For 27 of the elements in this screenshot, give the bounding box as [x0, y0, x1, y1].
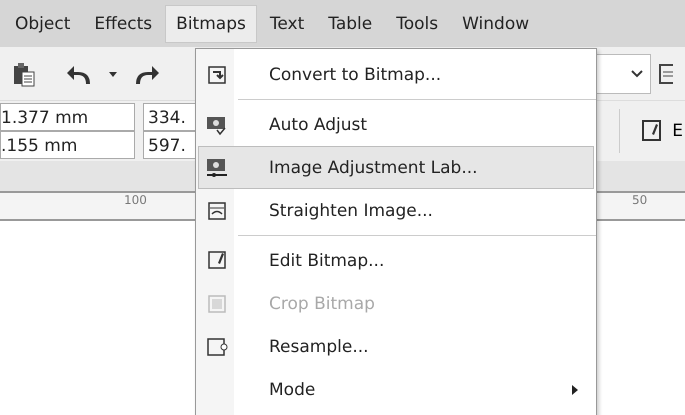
crop-bitmap-icon [206, 292, 228, 314]
coordinate-field[interactable]: 1.377 mm [0, 103, 135, 131]
coordinate-field[interactable]: .155 mm [0, 131, 135, 159]
edit-bitmap-button[interactable]: E [672, 121, 683, 141]
menu-item[interactable]: Edit Bitmap... [198, 239, 594, 282]
menu-item[interactable]: Image Adjustment Lab... [198, 146, 594, 189]
menu-bar-item[interactable]: Effects [83, 4, 164, 42]
straighten-image-icon [206, 200, 228, 222]
toolbar-icon[interactable] [659, 62, 673, 86]
menu-bar-item[interactable]: Table [317, 4, 384, 42]
menu-bar-item[interactable]: Object [4, 4, 82, 42]
menu-bar-item[interactable]: Text [258, 4, 316, 42]
paste-icon[interactable] [12, 60, 36, 86]
menu-bar-item[interactable]: Bitmaps [165, 4, 257, 42]
caret-icon[interactable] [108, 70, 118, 78]
ruler-label: 50 [632, 193, 648, 207]
resample-icon [205, 336, 229, 358]
menu-bar-item[interactable]: Tools [385, 4, 450, 42]
convert-bitmap-icon [206, 64, 228, 86]
ruler-label: 100 [124, 193, 147, 207]
photo-slider-icon [205, 156, 229, 178]
submenu-arrow-icon [571, 384, 579, 396]
menu-item[interactable]: Resample... [198, 325, 594, 368]
chevron-down-icon [630, 68, 644, 78]
menu-item[interactable]: Mode [198, 368, 594, 411]
menu-bar-item[interactable]: Window [451, 4, 540, 42]
menu-item[interactable]: Straighten Image... [198, 189, 594, 232]
